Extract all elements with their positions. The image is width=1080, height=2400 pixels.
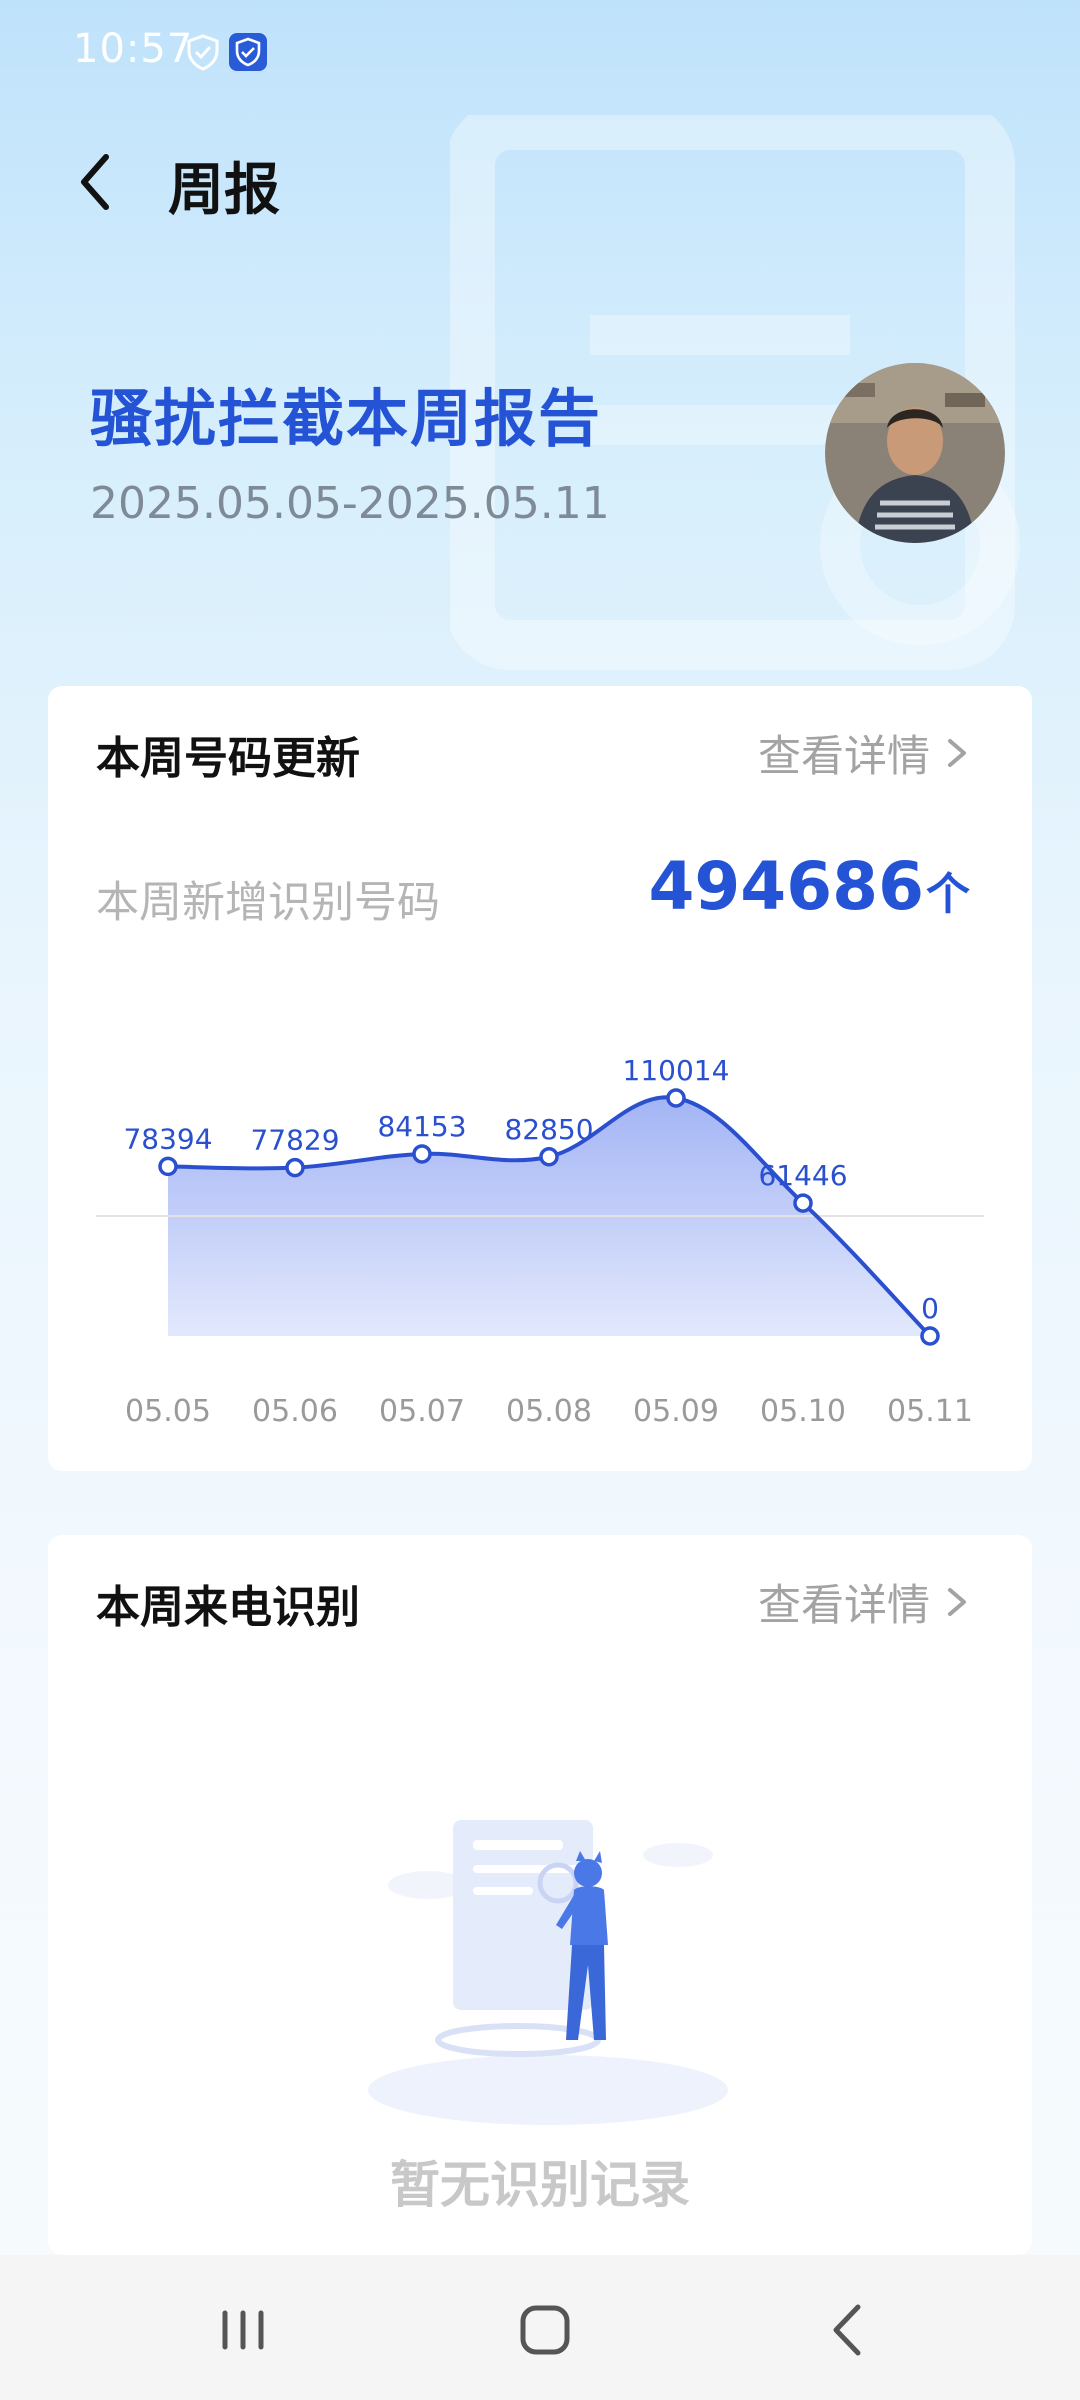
status-bar: 10:57 (0, 0, 1080, 110)
weekly-call-identification-card: 本周来电识别 查看详情 暂无识别记录 (48, 1535, 1032, 2255)
page-title: 周报 (168, 158, 280, 223)
empty-state-illustration (368, 1820, 728, 2125)
empty-state-text: 暂无识别记录 (390, 2156, 690, 2214)
view-details-label: 查看详情 (758, 732, 930, 782)
report-date-range: 2025.05.05-2025.05.11 (90, 478, 610, 529)
card-title-number-update: 本周号码更新 (96, 733, 360, 784)
chart-x-tick-label: 05.06 (252, 1394, 338, 1429)
chart-point (793, 1193, 813, 1213)
recent-apps-icon[interactable] (203, 2295, 283, 2365)
new-numbers-unit: 个 (926, 869, 970, 920)
chart-data-label: 78394 (123, 1122, 212, 1155)
top-app-bar: 周报 (0, 135, 1080, 225)
shield-outline-icon (187, 34, 219, 71)
avatar[interactable] (825, 363, 1005, 543)
chart-point (539, 1147, 559, 1167)
chart-x-tick-label: 05.05 (125, 1394, 211, 1429)
chart-data-label: 82850 (504, 1113, 593, 1146)
weekly-numbers-chart: 78394 05.05 77829 05.06 84153 05.07 82850 05.08… (96, 1054, 984, 1429)
chart-data-label: 0 (921, 1292, 939, 1325)
chart-x-tick-label: 05.11 (887, 1394, 973, 1429)
view-details-link[interactable]: 查看详情 (758, 722, 970, 784)
new-numbers-value: 494686个 (648, 848, 970, 925)
chart-data-label: 61446 (758, 1159, 847, 1192)
home-icon[interactable] (505, 2295, 585, 2365)
chart-data-label: 110014 (623, 1054, 730, 1087)
new-numbers-count: 494686 (648, 848, 924, 925)
chart-data-label: 77829 (250, 1124, 339, 1157)
card-title-call-identification: 本周来电识别 (96, 1582, 360, 1633)
chart-point (666, 1088, 686, 1108)
chart-x-tick-label: 05.09 (633, 1394, 719, 1429)
status-time: 10:57 (73, 26, 194, 72)
report-title: 骚扰拦截本周报告 (90, 382, 603, 455)
back-icon[interactable] (808, 2295, 888, 2365)
weekly-number-update-card: 本周号码更新 查看详情 本周新增识别号码 494686个 78394 05.05 7… (48, 686, 1032, 1471)
shield-check-icon (229, 33, 267, 71)
new-numbers-label: 本周新增识别号码 (96, 878, 440, 928)
view-details-link-calls[interactable]: 查看详情 (758, 1571, 970, 1633)
chart-x-tick-label: 05.07 (379, 1394, 465, 1429)
chart-point (285, 1157, 305, 1178)
chart-point (158, 1156, 178, 1177)
chevron-right-icon (948, 1588, 966, 1616)
chevron-left-icon[interactable] (70, 147, 120, 217)
chart-x-tick-label: 05.08 (506, 1394, 592, 1429)
chevron-right-icon (948, 739, 966, 767)
chart-x-tick-label: 05.10 (760, 1394, 846, 1429)
chart-point (920, 1326, 940, 1346)
chart-point (412, 1144, 432, 1164)
system-navigation-bar (0, 2255, 1080, 2400)
chart-data-label: 84153 (377, 1110, 466, 1143)
view-details-label-calls: 查看详情 (758, 1581, 930, 1631)
